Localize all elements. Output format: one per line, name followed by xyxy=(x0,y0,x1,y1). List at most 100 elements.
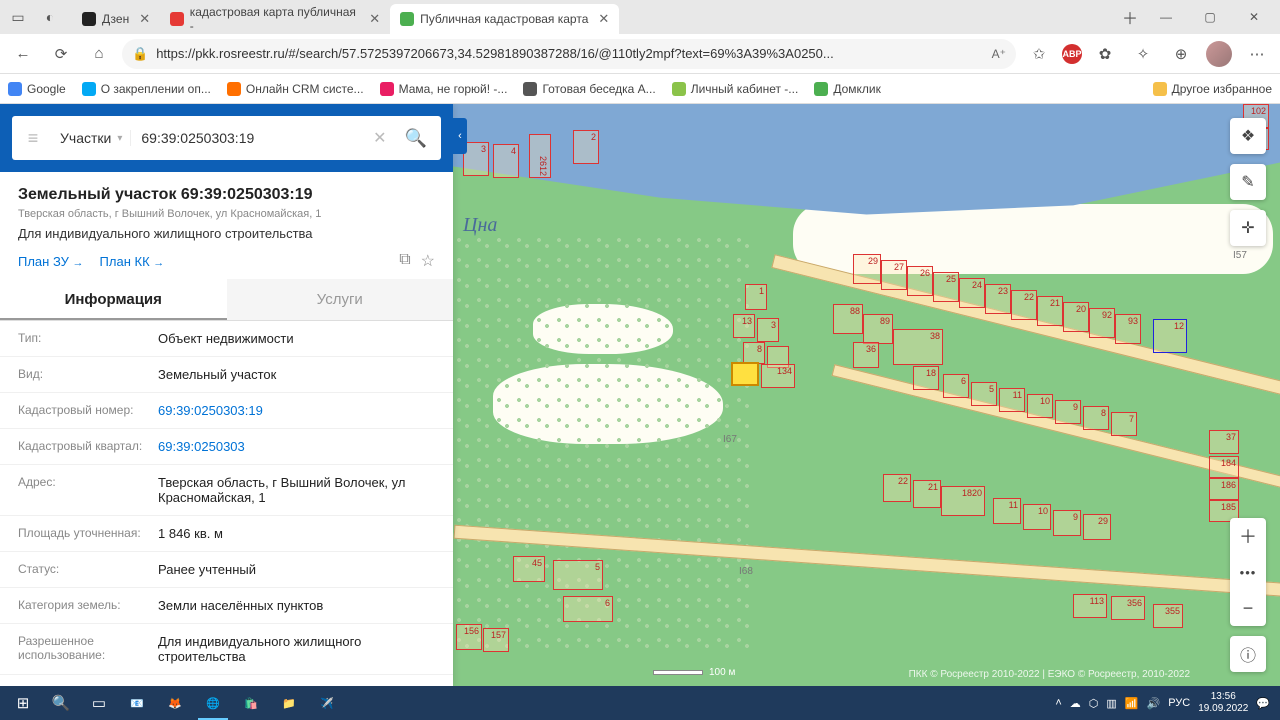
task-view-icon[interactable]: ▭ xyxy=(80,686,118,720)
plan-kk-link[interactable]: План КК → xyxy=(100,254,165,269)
favorite-star-icon[interactable]: ✩ xyxy=(1024,39,1054,69)
store-app[interactable]: 🛍️ xyxy=(232,686,270,720)
lang-indicator[interactable]: РУС xyxy=(1168,697,1190,709)
object-title: Земельный участок 69:39:0250303:19 xyxy=(18,186,435,204)
tray-chevron-icon[interactable]: ˄ xyxy=(1055,697,1061,709)
zoom-out-button[interactable]: − xyxy=(1230,590,1266,626)
taskbar-search-icon[interactable]: 🔍 xyxy=(42,686,80,720)
info-value: 1 846 кв. м xyxy=(158,526,223,541)
scale-bar: 100 м xyxy=(653,667,735,678)
info-button[interactable]: ⓘ xyxy=(1230,636,1266,672)
category-dropdown[interactable]: Участки ▾ xyxy=(52,130,131,146)
bookmark-item[interactable]: Google xyxy=(8,82,66,96)
adblock-icon[interactable]: ABP xyxy=(1062,44,1082,64)
home-button[interactable]: ⌂ xyxy=(84,39,114,69)
extensions-icon[interactable]: ✿ xyxy=(1090,39,1120,69)
bookmark-label: Домклик xyxy=(833,82,881,96)
telegram-app[interactable]: ✈️ xyxy=(308,686,346,720)
back-button[interactable]: ← xyxy=(8,39,38,69)
tab-favicon xyxy=(170,12,184,26)
tab-close-icon[interactable]: ✕ xyxy=(369,11,380,27)
tab-services[interactable]: Услуги xyxy=(227,279,454,320)
weather-icon[interactable]: ☁ xyxy=(1070,697,1081,710)
bookmark-label: Личный кабинет -... xyxy=(691,82,799,96)
reader-icon[interactable]: A⁺ xyxy=(992,47,1006,61)
taskbar-clock[interactable]: 13:5619.09.2022 xyxy=(1198,691,1248,715)
collections-icon[interactable]: ⊕ xyxy=(1166,39,1196,69)
quarter-label: I67 xyxy=(723,434,737,445)
zoom-in-button[interactable]: ＋ xyxy=(1230,518,1266,554)
window-titlebar: ▭ ◐ Дзен✕кадастровая карта публичная -✕П… xyxy=(0,0,1280,34)
firefox-app[interactable]: 🦊 xyxy=(156,686,194,720)
bookmark-item[interactable]: Мама, не горюй! -... xyxy=(380,82,508,96)
favorites-icon[interactable]: ✧ xyxy=(1128,39,1158,69)
bookmark-favicon xyxy=(672,82,686,96)
bookmark-label: О закреплении оп... xyxy=(101,82,211,96)
info-row: Адрес:Тверская область, г Вышний Волочек… xyxy=(0,465,453,516)
tab-title: Публичная кадастровая карта xyxy=(420,12,588,26)
search-icon[interactable]: 🔍 xyxy=(397,128,435,149)
object-address-short: Тверская область, г Вышний Волочек, ул К… xyxy=(18,208,435,220)
battery-icon[interactable]: ▥ xyxy=(1106,697,1116,710)
tab-actions-icon[interactable]: ▭ xyxy=(4,3,32,31)
info-row: Вид:Земельный участок xyxy=(0,357,453,393)
tab-close-icon[interactable]: ✕ xyxy=(598,11,609,27)
selected-parcel[interactable] xyxy=(731,362,759,386)
info-key: Адрес: xyxy=(18,475,158,505)
clear-icon[interactable]: ✕ xyxy=(367,128,392,148)
browser-tab[interactable]: кадастровая карта публичная -✕ xyxy=(160,4,390,34)
quarter-label: I68 xyxy=(739,566,753,577)
bookmark-item[interactable]: Готовая беседка А... xyxy=(523,82,655,96)
bookmark-item[interactable]: О закреплении оп... xyxy=(82,82,211,96)
profile-avatar[interactable] xyxy=(1204,39,1234,69)
minimize-button[interactable]: ― xyxy=(1144,2,1188,32)
workspace-icon[interactable]: ◐ xyxy=(36,3,64,31)
new-tab-button[interactable]: ＋ xyxy=(1116,3,1144,31)
star-outline-icon[interactable]: ☆ xyxy=(421,251,435,271)
search-input[interactable] xyxy=(135,130,363,146)
bookmark-label: Мама, не горюй! -... xyxy=(399,82,508,96)
measure-button[interactable]: ✎ xyxy=(1230,164,1266,200)
more-menu-icon[interactable]: ⋯ xyxy=(1242,39,1272,69)
browser-tab[interactable]: Дзен✕ xyxy=(72,4,160,34)
info-value[interactable]: 69:39:0250303 xyxy=(158,439,245,454)
info-key: Кадастровый номер: xyxy=(18,403,158,418)
onedrive-icon[interactable]: ⬡ xyxy=(1089,697,1099,710)
translate-icon[interactable]: ⧉ xyxy=(399,251,410,271)
refresh-button[interactable]: ⟳ xyxy=(46,39,76,69)
plan-zu-link[interactable]: План ЗУ → xyxy=(18,254,84,269)
quarter-label: I57 xyxy=(1233,250,1247,261)
bookmark-favicon xyxy=(8,82,22,96)
bookmark-item[interactable]: Онлайн CRM систе... xyxy=(227,82,364,96)
zoom-control: ＋ ••• − xyxy=(1230,518,1266,626)
zoom-reset-button[interactable]: ••• xyxy=(1230,554,1266,590)
locate-button[interactable]: ✛ xyxy=(1230,210,1266,246)
menu-icon[interactable]: ≡ xyxy=(18,128,48,149)
browser-tab[interactable]: Публичная кадастровая карта ✕ xyxy=(390,4,619,34)
tab-close-icon[interactable]: ✕ xyxy=(139,11,150,27)
explorer-app[interactable]: 📁 xyxy=(270,686,308,720)
bookmark-favicon xyxy=(814,82,828,96)
close-window-button[interactable]: ✕ xyxy=(1232,2,1276,32)
url-box[interactable]: 🔒 https://pkk.rosreestr.ru/#/search/57.5… xyxy=(122,39,1016,69)
tab-info[interactable]: Информация xyxy=(0,279,227,320)
bookmark-item[interactable]: Домклик xyxy=(814,82,881,96)
bookmark-favicon xyxy=(82,82,96,96)
wifi-icon[interactable]: 📶 xyxy=(1125,697,1139,710)
bookmark-item[interactable]: Личный кабинет -... xyxy=(672,82,799,96)
map-viewport[interactable]: Цна 29 27 26 25 24 23 22 21 20 92 93 12 … xyxy=(453,104,1280,686)
map-copyright: ПКК © Росреестр 2010-2022 | ЕЭКО © Росре… xyxy=(909,669,1190,680)
notifications-icon[interactable]: 💬 xyxy=(1256,697,1270,710)
info-value[interactable]: 69:39:0250303:19 xyxy=(158,403,263,418)
sidebar: ≡ Участки ▾ ✕ 🔍 Земельный участок 69:39:… xyxy=(0,104,453,686)
collapse-sidebar-button[interactable]: ‹ xyxy=(453,118,467,154)
bookmark-label: Онлайн CRM систе... xyxy=(246,82,364,96)
maximize-button[interactable]: ▢ xyxy=(1188,2,1232,32)
edge-app[interactable]: 🌐 xyxy=(194,686,232,720)
bookmarks-more[interactable]: Другое избранное xyxy=(1153,82,1272,96)
layers-button[interactable]: ❖ xyxy=(1230,118,1266,154)
url-text: https://pkk.rosreestr.ru/#/search/57.572… xyxy=(156,46,983,61)
mail-app[interactable]: 📧 xyxy=(118,686,156,720)
start-button[interactable]: ⊞ xyxy=(4,686,42,720)
sound-icon[interactable]: 🔊 xyxy=(1147,697,1161,710)
